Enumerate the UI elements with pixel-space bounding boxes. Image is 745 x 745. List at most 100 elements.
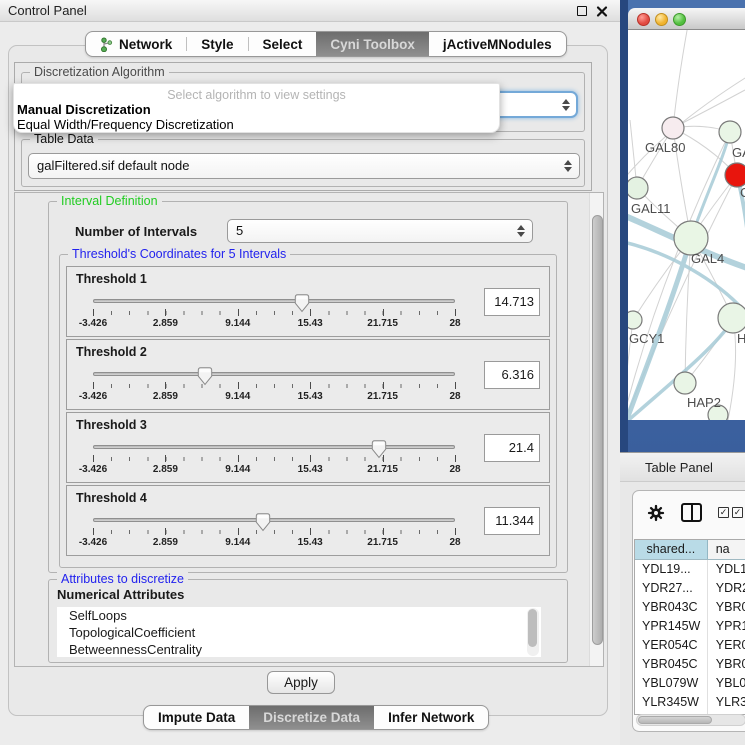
attribute-list-item[interactable]: TopologicalCoefficient xyxy=(57,624,541,641)
table-cell-shared[interactable]: YPR145W xyxy=(635,617,708,636)
table-cell-shared[interactable]: YDL19... xyxy=(635,560,708,579)
checkbox-icon[interactable]: ✓ xyxy=(718,507,729,518)
mac-minimize-icon[interactable] xyxy=(655,13,668,26)
slider-thumb[interactable] xyxy=(256,513,271,532)
table-row[interactable]: YBR045C YBR0 xyxy=(635,655,745,674)
interval-definition-title: Interval Definition xyxy=(57,194,162,208)
mac-close-icon[interactable] xyxy=(637,13,650,26)
table-cell-name[interactable]: YER0 xyxy=(708,636,745,655)
mac-zoom-icon[interactable] xyxy=(673,13,686,26)
vertical-scrollbar-thumb[interactable] xyxy=(592,215,603,645)
threshold-value[interactable]: 14.713 xyxy=(484,288,540,316)
table-row[interactable]: YER054C YER0 xyxy=(635,636,745,655)
node-gal4[interactable] xyxy=(674,221,708,255)
threshold-slider[interactable]: -3.4262.8599.14415.4321.71528 xyxy=(93,367,455,387)
tab-network-label: Network xyxy=(119,37,172,52)
checkbox-icon[interactable]: ✓ xyxy=(732,507,743,518)
node-ga[interactable] xyxy=(719,121,741,143)
tab-cyni-toolbox[interactable]: Cyni Toolbox xyxy=(316,32,429,56)
numerical-attributes-list[interactable]: SelfLoopsTopologicalCoefficientBetweenne… xyxy=(57,607,541,657)
table-cell-shared[interactable]: YBR045C xyxy=(635,655,708,674)
table-cell-name[interactable]: YLR3 xyxy=(708,693,745,712)
tab-infer-network[interactable]: Infer Network xyxy=(374,706,488,729)
threshold-value[interactable]: 21.4 xyxy=(484,434,540,462)
vertical-scrollbar[interactable] xyxy=(589,193,603,666)
tab-jactivemnodules[interactable]: jActiveMNodules xyxy=(429,32,566,56)
slider-thumb[interactable] xyxy=(198,367,213,386)
table-cell-name[interactable]: YDL1 xyxy=(708,560,745,579)
column-header-shared[interactable]: shared... xyxy=(635,540,708,559)
table-row[interactable]: YDR27... YDR2 xyxy=(635,579,745,598)
major-tick xyxy=(310,309,311,316)
tick-label: 2.859 xyxy=(153,537,178,548)
tab-network[interactable]: Network xyxy=(86,32,186,56)
network-window[interactable]: GAL80 GA C GAL11 GAL4 GCY1 H HAP2 xyxy=(628,8,745,420)
column-header-name[interactable]: na xyxy=(708,540,745,559)
horizontal-scrollbar[interactable] xyxy=(636,714,745,726)
table-row[interactable]: YBR043C YBR0 xyxy=(635,598,745,617)
close-icon[interactable] xyxy=(596,4,608,18)
threshold-slider[interactable]: -3.4262.8599.14415.4321.71528 xyxy=(93,440,455,460)
table-row[interactable]: YDL19... YDL1 xyxy=(635,560,745,579)
tick-label: -3.426 xyxy=(79,537,107,548)
tab-jactivemnodules-label: jActiveMNodules xyxy=(443,37,552,52)
table-cell-name[interactable]: YBR0 xyxy=(708,598,745,617)
threshold-panel: Threshold 3 -3.4262.8599.14415.4321.7152… xyxy=(66,412,550,483)
node-hap2[interactable] xyxy=(674,372,696,394)
slider-track[interactable] xyxy=(93,518,455,522)
table-panel-body: ✓ ✓ shared... na YDL19... YDL1 YDR27... … xyxy=(620,482,745,745)
network-graph[interactable]: GAL80 GA C GAL11 GAL4 GCY1 H HAP2 xyxy=(628,30,745,420)
columns-icon[interactable] xyxy=(681,503,702,522)
threshold-slider[interactable]: -3.4262.8599.14415.4321.71528 xyxy=(93,294,455,314)
number-of-intervals-combobox[interactable]: 5 xyxy=(227,219,533,243)
node-gal11[interactable] xyxy=(628,177,648,199)
control-panel: Control Panel Network Style Select Cyni … xyxy=(0,0,620,745)
node-h[interactable] xyxy=(718,303,745,333)
slider-track[interactable] xyxy=(93,299,455,303)
list-scrollbar[interactable] xyxy=(527,608,539,656)
node-red-selected[interactable] xyxy=(725,163,745,187)
dropdown-option-manual-discretization[interactable]: Manual Discretization xyxy=(14,102,499,117)
network-canvas[interactable]: GAL80 GA C GAL11 GAL4 GCY1 H HAP2 xyxy=(628,30,745,420)
slider-thumb[interactable] xyxy=(294,294,309,313)
table-cell-name[interactable]: YPR1 xyxy=(708,617,745,636)
apply-button[interactable]: Apply xyxy=(267,671,335,694)
table-row[interactable]: YLR345W YLR3 xyxy=(635,693,745,712)
gear-icon[interactable] xyxy=(647,504,665,527)
node-gcy1[interactable] xyxy=(628,311,642,329)
tab-style[interactable]: Style xyxy=(187,32,247,56)
slider-track[interactable] xyxy=(93,445,455,449)
node-table[interactable]: shared... na YDL19... YDL1 YDR27... YDR2… xyxy=(634,539,745,715)
dropdown-option-equal-width[interactable]: Equal Width/Frequency Discretization xyxy=(14,117,499,132)
table-cell-shared[interactable]: YBL079W xyxy=(635,674,708,693)
tab-select[interactable]: Select xyxy=(249,32,317,56)
table-row[interactable]: YPR145W YPR1 xyxy=(635,617,745,636)
table-cell-shared[interactable]: YDR27... xyxy=(635,579,708,598)
table-cell-name[interactable]: YBR0 xyxy=(708,655,745,674)
tick-label: 9.144 xyxy=(225,391,250,402)
slider-tick-labels: -3.4262.8599.14415.4321.71528 xyxy=(93,391,455,403)
control-panel-tabbar: Network Style Select Cyni Toolbox jActiv… xyxy=(85,31,567,57)
table-cell-name[interactable]: YDR2 xyxy=(708,579,745,598)
node-gal80[interactable] xyxy=(662,117,684,139)
threshold-value[interactable]: 11.344 xyxy=(484,507,540,535)
horizontal-scrollbar-thumb[interactable] xyxy=(638,716,712,724)
table-data-combobox[interactable]: galFiltered.sif default node xyxy=(28,153,580,179)
tab-discretize-data[interactable]: Discretize Data xyxy=(249,706,374,729)
slider-major-ticks xyxy=(93,457,455,464)
float-window-icon[interactable] xyxy=(577,6,587,16)
table-cell-name[interactable]: YBL0 xyxy=(708,674,745,693)
network-window-titlebar[interactable] xyxy=(628,8,745,30)
attribute-list-item[interactable]: BetweennessCentrality xyxy=(57,641,541,657)
attribute-list-item[interactable]: SelfLoops xyxy=(57,607,541,624)
slider-track[interactable] xyxy=(93,372,455,376)
slider-thumb[interactable] xyxy=(371,440,386,459)
list-scrollbar-thumb[interactable] xyxy=(528,609,537,647)
table-cell-shared[interactable]: YBR043C xyxy=(635,598,708,617)
table-row[interactable]: YBL079W YBL0 xyxy=(635,674,745,693)
tab-impute-data[interactable]: Impute Data xyxy=(144,706,249,729)
threshold-slider[interactable]: -3.4262.8599.14415.4321.71528 xyxy=(93,513,455,533)
threshold-value[interactable]: 6.316 xyxy=(484,361,540,389)
table-cell-shared[interactable]: YLR345W xyxy=(635,693,708,712)
table-cell-shared[interactable]: YER054C xyxy=(635,636,708,655)
